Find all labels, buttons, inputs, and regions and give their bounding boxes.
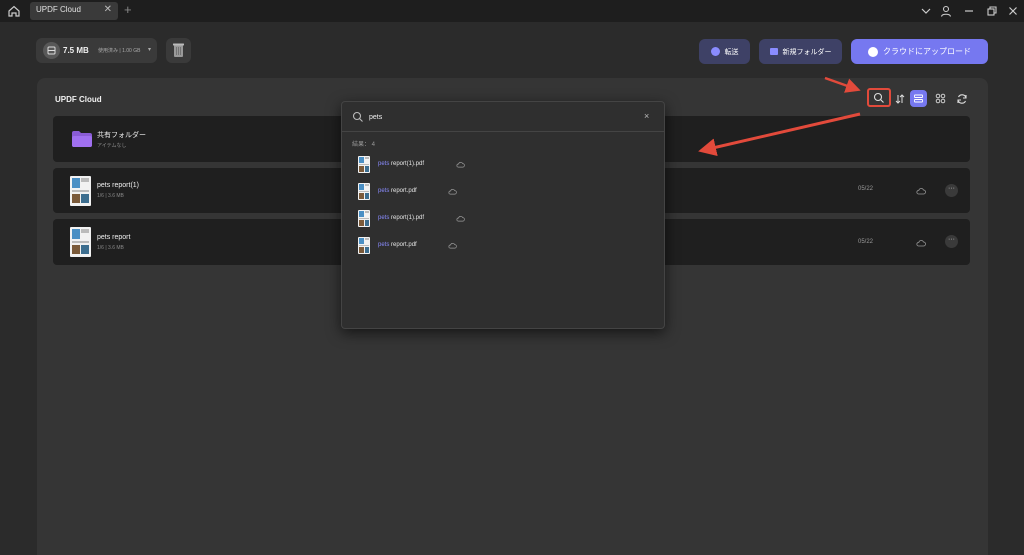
transfer-label: 転送 <box>724 48 739 56</box>
row-date: 05/22 <box>858 239 874 245</box>
pdf-thumbnail <box>358 156 370 173</box>
trash-icon <box>173 43 184 57</box>
home-icon[interactable] <box>6 3 22 19</box>
upload-icon <box>868 46 878 57</box>
sort-icon <box>895 93 904 104</box>
new-folder-label: 新規フォルダー <box>782 48 832 56</box>
row-name: pets report(1) <box>97 182 140 189</box>
pdf-thumbnail <box>70 227 91 257</box>
close-icon[interactable]: ✕ <box>104 4 112 15</box>
user-icon[interactable] <box>939 4 953 18</box>
search-icon <box>873 92 884 103</box>
more-options-button[interactable]: ··· <box>945 184 958 197</box>
new-folder-button[interactable]: 新規フォルダー <box>759 39 842 64</box>
add-tab-icon[interactable]: + <box>124 3 132 16</box>
folder-plus-icon <box>769 48 778 55</box>
search-result-item[interactable]: pets report(1).pdf <box>358 156 488 174</box>
cloud-icon <box>456 162 465 168</box>
result-name: pets report.pdf <box>378 242 417 248</box>
restore-icon[interactable] <box>985 4 999 18</box>
title-bar: UPDF Cloud ✕ + <box>0 0 1024 22</box>
trash-button[interactable] <box>166 38 191 63</box>
folder-icon <box>71 130 93 148</box>
chevron-down-icon[interactable] <box>919 4 933 18</box>
list-view-icon <box>914 94 923 103</box>
upload-label: クラウドにアップロード <box>883 47 971 56</box>
search-popup: × 結果： 4 pets report(1).pdf pets report.p… <box>341 101 665 329</box>
row-meta: 1/6 | 3.6 MB <box>97 245 124 251</box>
list-view-button[interactable] <box>910 90 927 107</box>
refresh-icon <box>956 93 967 104</box>
caret-down-icon: ▾ <box>147 47 151 53</box>
result-name: pets report(1).pdf <box>378 161 425 167</box>
row-name: pets report <box>97 234 131 241</box>
storage-icon <box>43 42 60 59</box>
result-name: pets report(1).pdf <box>378 215 425 221</box>
grid-view-icon <box>935 93 946 104</box>
window-close-icon[interactable] <box>1006 4 1020 18</box>
row-date: 05/22 <box>858 186 874 192</box>
search-result-item[interactable]: pets report(1).pdf <box>358 210 488 228</box>
panel-title: UPDF Cloud <box>55 95 102 104</box>
storage-used: 7.5 MB <box>63 46 89 55</box>
search-result-item[interactable]: pets report.pdf <box>358 237 488 255</box>
cloud-icon <box>916 240 926 247</box>
tab-updf-cloud[interactable]: UPDF Cloud ✕ <box>30 2 118 20</box>
row-meta: 1/6 | 3.6 MB <box>97 193 124 199</box>
pdf-thumbnail <box>70 176 91 206</box>
cloud-icon <box>448 243 457 249</box>
search-result-item[interactable]: pets report.pdf <box>358 183 488 201</box>
grid-view-button[interactable] <box>932 90 949 107</box>
row-meta: アイテムなし <box>97 143 127 149</box>
result-name: pets report.pdf <box>378 188 417 194</box>
pdf-thumbnail <box>358 237 370 254</box>
search-icon <box>352 111 363 122</box>
search-button[interactable] <box>867 88 891 107</box>
minimize-icon[interactable] <box>962 4 976 18</box>
search-box: × <box>342 102 664 132</box>
storage-indicator[interactable]: 7.5 MB 使用済み | 1.00 GB ▾ <box>36 38 157 63</box>
transfer-button[interactable]: 転送 <box>699 39 750 64</box>
row-name: 共有フォルダー <box>97 132 146 139</box>
more-options-button[interactable]: ··· <box>945 235 958 248</box>
search-input[interactable] <box>369 110 629 124</box>
storage-total: 使用済み | 1.00 GB <box>98 48 141 54</box>
cloud-icon <box>448 189 457 195</box>
transfer-icon <box>710 47 720 56</box>
pdf-thumbnail <box>358 183 370 200</box>
refresh-button[interactable] <box>953 90 970 107</box>
sort-button[interactable] <box>891 90 908 107</box>
cloud-icon <box>916 188 926 195</box>
result-count: 結果： 4 <box>352 142 376 148</box>
upload-to-cloud-button[interactable]: クラウドにアップロード <box>851 39 988 64</box>
pdf-thumbnail <box>358 210 370 227</box>
tab-title: UPDF Cloud <box>36 5 81 14</box>
clear-search-icon[interactable]: × <box>644 111 649 121</box>
cloud-icon <box>456 216 465 222</box>
